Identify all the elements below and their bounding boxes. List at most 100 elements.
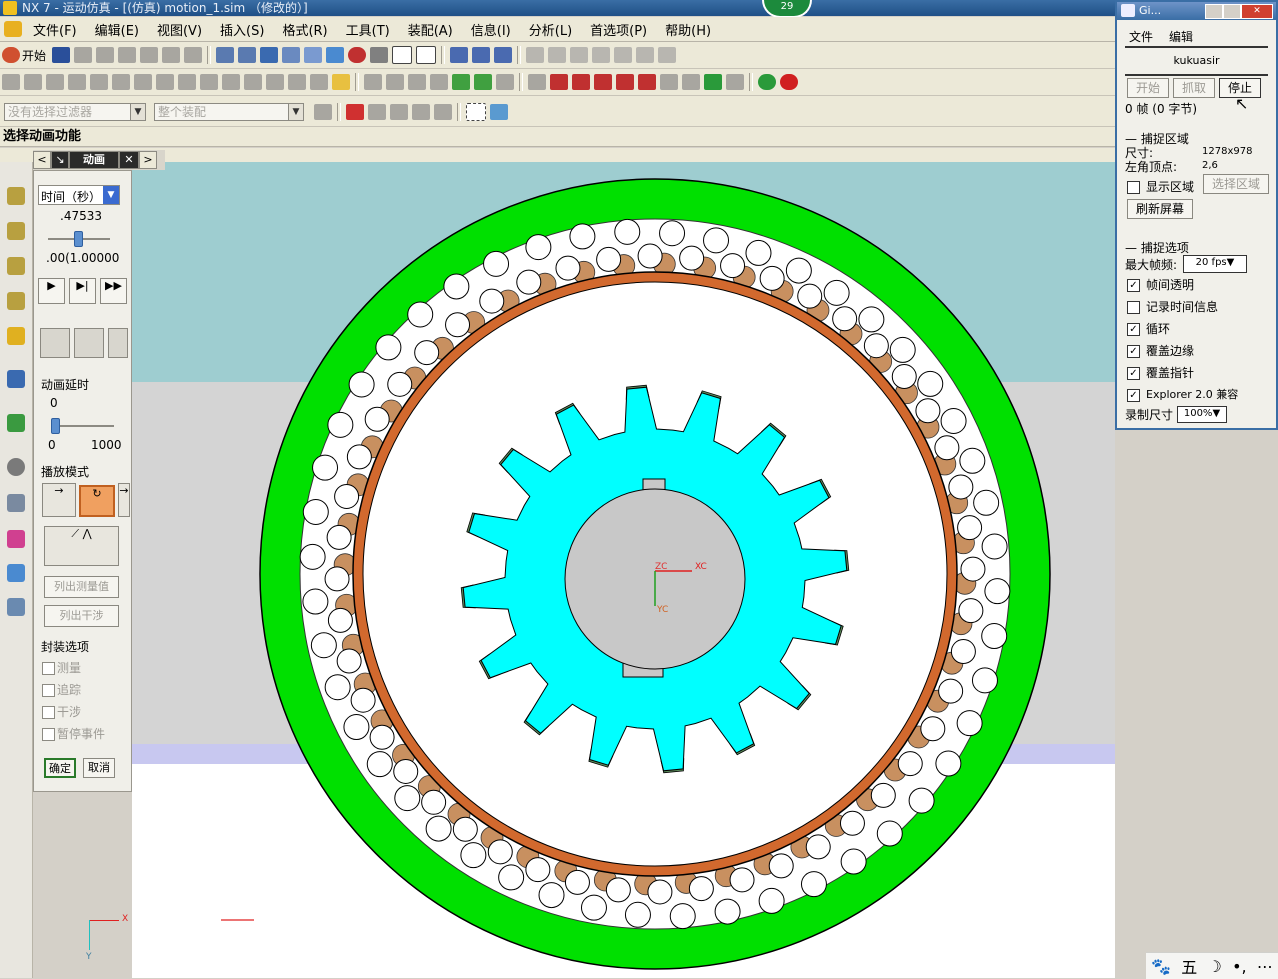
link-icon[interactable]	[24, 74, 42, 90]
snap-end-icon[interactable]	[368, 104, 386, 120]
system-scene-icon[interactable]	[7, 598, 25, 616]
show-region-option[interactable]: 显示区域	[1127, 178, 1194, 195]
graphics-window[interactable]: XC YC ZC	[132, 162, 1115, 978]
menu-analysis[interactable]: 分析(L)	[520, 20, 581, 39]
scroll-left-icon[interactable]: <	[33, 151, 51, 169]
menu-edit[interactable]: 编辑(E)	[86, 20, 148, 39]
option-measure[interactable]: 测量	[42, 659, 81, 676]
close-icon[interactable]: ✕	[119, 151, 139, 169]
marker-icon[interactable]	[90, 74, 108, 90]
start-button[interactable]: 开始	[22, 47, 46, 64]
constraint-navigator-icon[interactable]	[7, 222, 25, 240]
layer-icon[interactable]	[392, 46, 413, 64]
ime-indicator[interactable]: 五	[1181, 954, 1197, 978]
wcs-icon[interactable]	[472, 47, 491, 63]
checkbox[interactable]	[42, 684, 55, 697]
palette-icon[interactable]	[7, 530, 25, 548]
delete-icon[interactable]	[140, 47, 159, 63]
selection-scope-dropdown[interactable]: 整个装配 ▼	[154, 103, 304, 121]
list-measurements-button[interactable]: 列出测量值	[44, 576, 119, 598]
collapse-icon[interactable]: ↘	[51, 151, 69, 169]
refresh-screen-button[interactable]: 刷新屏幕	[1127, 199, 1193, 219]
play-mode-icon[interactable]	[704, 74, 722, 90]
menu-file[interactable]: 文件(F)	[24, 20, 86, 39]
step-back-icon[interactable]	[452, 74, 470, 90]
option-pause-event[interactable]: 暂停事件	[42, 725, 105, 742]
step-forward-icon[interactable]	[474, 74, 492, 90]
list-interference-button[interactable]: 列出干涉	[44, 605, 119, 627]
select-body-icon[interactable]	[570, 47, 589, 63]
snap-point-icon[interactable]	[346, 104, 364, 120]
minimize-icon[interactable]	[1205, 4, 1223, 19]
motion-navigator-icon[interactable]	[7, 327, 25, 345]
to-start-icon[interactable]	[550, 74, 568, 90]
cut-icon[interactable]	[74, 47, 93, 63]
checkbox-checked[interactable]: ✓	[1127, 388, 1140, 402]
render-style-icon[interactable]	[348, 47, 367, 63]
driver-icon[interactable]	[288, 74, 306, 90]
simulation-status-icon[interactable]	[758, 74, 776, 90]
rectangle-select-icon[interactable]	[466, 103, 486, 121]
part-navigator-icon[interactable]	[7, 257, 25, 275]
checkbox[interactable]	[42, 662, 55, 675]
solution-icon[interactable]	[310, 74, 328, 90]
rewind-icon[interactable]	[528, 74, 546, 90]
snap-intersection-icon[interactable]	[434, 104, 452, 120]
checkbox[interactable]	[42, 706, 55, 719]
menu-tools[interactable]: 工具(T)	[337, 20, 399, 39]
nx-logo-icon[interactable]	[4, 21, 22, 37]
delay-slider-thumb[interactable]	[51, 418, 60, 434]
capture-menu-file[interactable]: 文件	[1129, 28, 1153, 45]
menu-information[interactable]: 信息(I)	[462, 20, 520, 39]
time-slider-thumb[interactable]	[74, 231, 84, 247]
settings-icon[interactable]: ⋯	[1257, 957, 1273, 976]
option-record-time[interactable]: 记录时间信息	[1127, 298, 1218, 315]
max-fps-select[interactable]: 20 fps▼	[1183, 255, 1247, 273]
tab-animation[interactable]: 动画	[69, 151, 119, 169]
play-once-button[interactable]: →	[42, 483, 76, 517]
undo-icon[interactable]	[162, 47, 181, 63]
capture-start-button[interactable]: 开始	[1127, 78, 1169, 98]
checkbox[interactable]	[1127, 301, 1140, 314]
play-icon[interactable]	[594, 74, 612, 90]
scroll-right-icon[interactable]: >	[139, 151, 157, 169]
graph-icon[interactable]	[364, 74, 382, 90]
export-motion-button[interactable]	[40, 328, 70, 358]
to-end-icon[interactable]	[638, 74, 656, 90]
error-check-icon[interactable]	[780, 74, 798, 90]
contact-icon[interactable]	[200, 74, 218, 90]
fit-view-icon[interactable]	[216, 47, 235, 63]
capture-grab-button[interactable]: 抓取	[1173, 78, 1215, 98]
cable-icon[interactable]	[244, 74, 262, 90]
assembly-navigator-icon[interactable]	[7, 187, 25, 205]
finish-animation-icon[interactable]	[726, 74, 744, 90]
checkbox-checked[interactable]: ✓	[1127, 323, 1140, 336]
fast-forward-button[interactable]: ▶▶	[100, 278, 127, 304]
select-face-icon[interactable]	[548, 47, 567, 63]
general-selection-icon[interactable]	[314, 104, 332, 120]
trace-mode-buttons[interactable]: ⟋ ⋀	[44, 526, 119, 566]
menu-format[interactable]: 格式(R)	[273, 20, 336, 39]
start-menu-icon[interactable]	[2, 47, 20, 63]
csys-icon[interactable]	[450, 47, 469, 63]
delay-slider-track[interactable]	[52, 425, 114, 427]
rotate-icon[interactable]	[260, 47, 279, 63]
reuse-library-icon[interactable]	[7, 292, 25, 310]
paste-icon[interactable]	[118, 47, 137, 63]
selection-filter-dropdown[interactable]: 没有选择过滤器 ▼	[4, 103, 146, 121]
roles-icon[interactable]	[7, 564, 25, 582]
record-size-select[interactable]: 100%▼	[1177, 406, 1227, 423]
loop-mode-button[interactable]: ↻	[79, 485, 115, 517]
option-cover-pointer[interactable]: ✓ 覆盖指针	[1127, 364, 1194, 381]
paw-icon[interactable]: 🐾	[1151, 957, 1171, 976]
clock-icon[interactable]	[7, 458, 25, 476]
time-unit-select[interactable]: 时间（秒） ▼	[38, 185, 120, 205]
background-icon[interactable]	[416, 46, 437, 64]
damper-icon[interactable]	[134, 74, 152, 90]
next-frame-icon[interactable]	[616, 74, 634, 90]
step-forward-button[interactable]: ▶|	[69, 278, 96, 304]
export-icon[interactable]	[430, 74, 448, 90]
checkbox[interactable]	[42, 728, 55, 741]
checkbox-checked[interactable]: ✓	[1127, 367, 1140, 380]
web-browser-icon[interactable]	[7, 370, 25, 388]
